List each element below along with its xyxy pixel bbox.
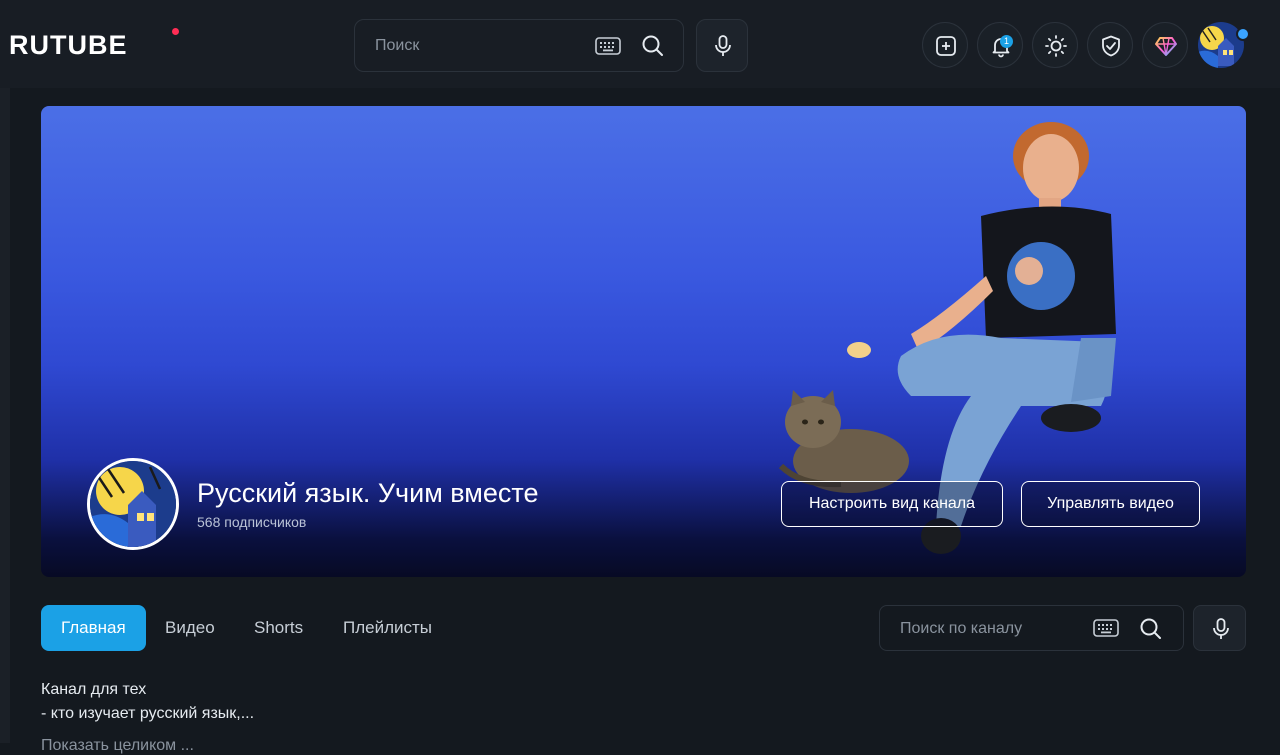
manage-videos-button[interactable]: Управлять видео [1021,481,1200,527]
sidebar-rail [0,88,10,743]
notifications-button[interactable]: 1 [977,22,1023,68]
theme-toggle-button[interactable] [1032,22,1078,68]
online-indicator [1236,27,1250,41]
logo-dot [172,28,179,35]
microphone-icon [715,35,731,56]
voice-search-button[interactable] [696,19,748,72]
upload-button[interactable] [922,22,968,68]
microphone-icon [1213,618,1229,639]
keyboard-icon[interactable] [1093,619,1119,637]
notification-badge: 1 [1000,35,1013,48]
channel-voice-search-button[interactable] [1193,605,1246,651]
search-icon[interactable] [641,34,665,58]
premium-button[interactable] [1142,22,1188,68]
tab-videos[interactable]: Видео [145,605,235,651]
customize-channel-button[interactable]: Настроить вид канала [781,481,1003,527]
channel-search-box[interactable]: Поиск по каналу [879,605,1184,651]
sun-icon [1045,35,1067,57]
search-icon[interactable] [1139,617,1163,641]
channel-description-line: - кто изучает русский язык,... [41,705,255,722]
search-input[interactable]: Поиск [375,37,419,55]
subscriber-count: 568 подписчиков [197,514,307,530]
shield-check-icon [1102,35,1120,57]
show-full-description-link[interactable]: Показать целиком ... [41,737,194,755]
add-icon [936,36,956,56]
cat-figure [778,390,909,493]
search-box[interactable]: Поиск [354,19,684,72]
keyboard-icon[interactable] [595,37,621,55]
security-button[interactable] [1087,22,1133,68]
channel-avatar[interactable] [87,458,179,550]
tab-shorts[interactable]: Shorts [234,605,323,651]
channel-title: Русский язык. Учим вместе [197,478,539,508]
tab-playlists[interactable]: Плейлисты [323,605,452,651]
channel-search-input[interactable]: Поиск по каналу [900,620,1022,638]
diamond-icon [1155,37,1177,56]
top-header: RUTUBE Поиск 1 [0,0,1280,88]
tab-home[interactable]: Главная [41,605,146,651]
channel-description-line: Канал для тех [41,681,147,698]
rutube-logo[interactable]: RUTUBE [9,30,128,61]
channel-banner: Русский язык. Учим вместе 568 подписчико… [41,106,1246,577]
